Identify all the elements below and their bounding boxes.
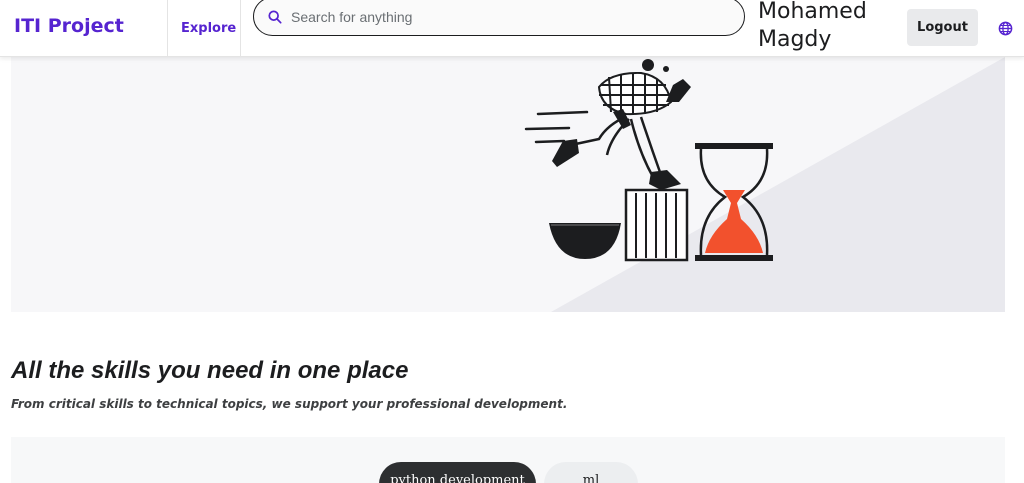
tab-python-development[interactable]: python development — [379, 462, 536, 483]
section-subtitle: From critical skills to technical topics… — [11, 397, 568, 411]
user-name[interactable]: Mohamed Magdy — [758, 0, 867, 54]
user-first-name: Mohamed — [758, 0, 867, 24]
search-icon[interactable] — [268, 10, 282, 24]
section-title: All the skills you need in one place — [11, 357, 409, 384]
brand-logo[interactable]: ITI Project — [14, 15, 124, 37]
hero-banner — [11, 57, 1005, 312]
globe-icon[interactable] — [998, 21, 1013, 36]
search-input[interactable] — [291, 6, 721, 28]
tab-ml[interactable]: ml — [544, 462, 638, 483]
runner-hourglass-illustration — [524, 57, 1005, 312]
explore-link[interactable]: Explore — [181, 21, 236, 36]
user-last-name: Magdy — [758, 27, 832, 52]
search-bar — [253, 0, 745, 36]
nav-divider — [240, 0, 241, 57]
skills-tabs: python development ml — [11, 437, 1005, 483]
logout-button[interactable]: Logout — [907, 9, 978, 46]
top-navbar: ITI Project Explore Mohamed Magdy Logout — [0, 0, 1024, 57]
nav-divider — [167, 0, 168, 57]
